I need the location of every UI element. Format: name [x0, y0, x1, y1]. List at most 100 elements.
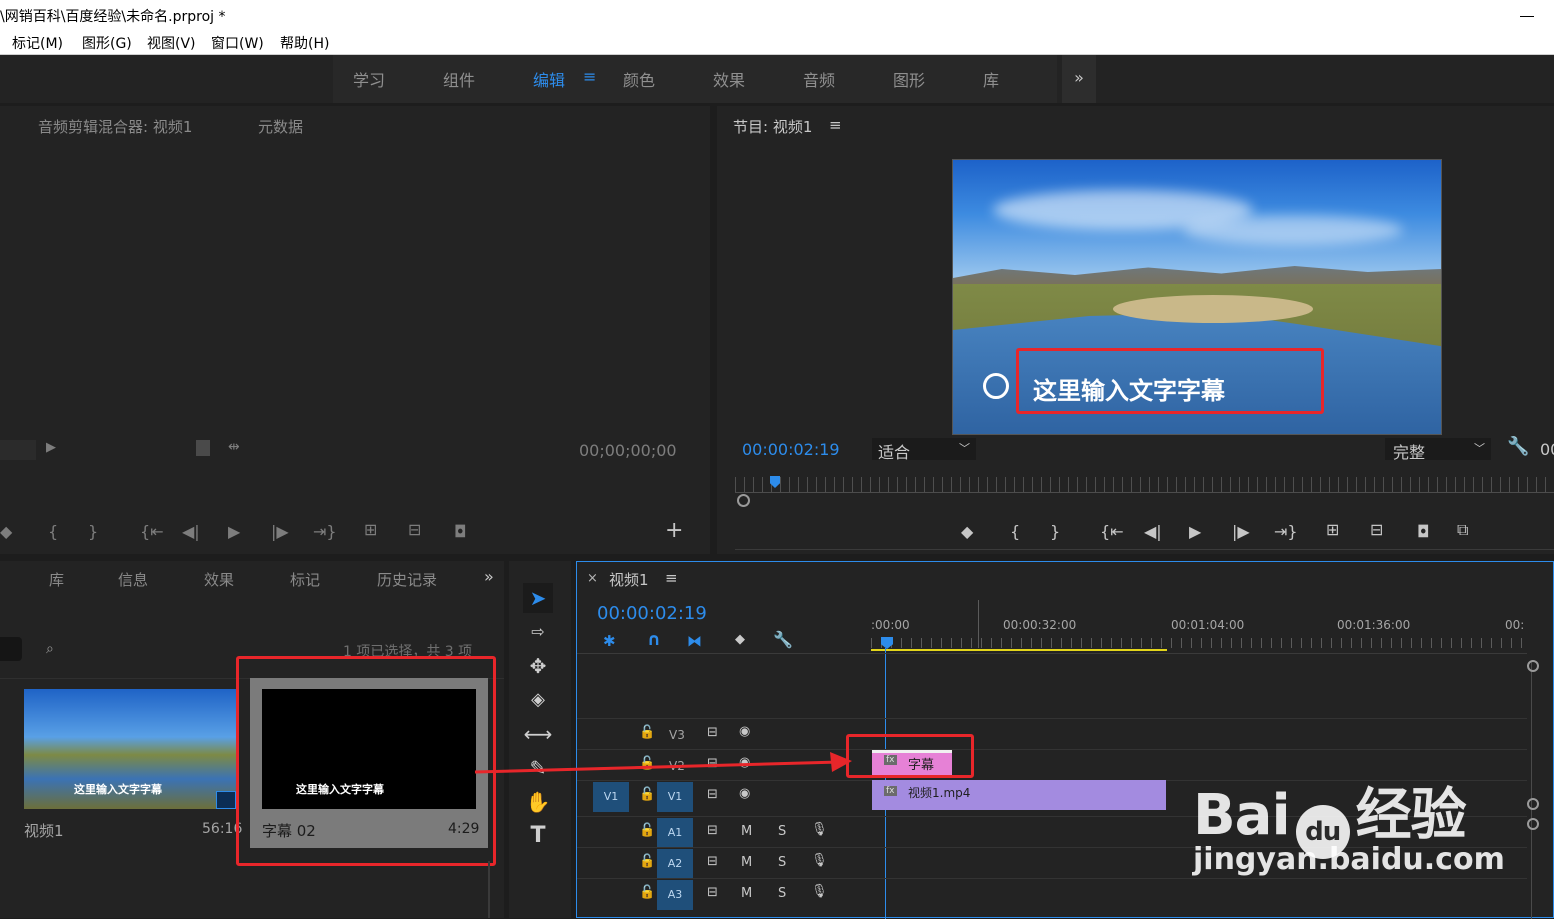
menu-markers[interactable]: 标记(M) [12, 33, 63, 53]
step-forward-icon[interactable]: |▶ [1232, 522, 1250, 541]
go-to-out-icon[interactable]: ⇥} [1274, 522, 1298, 541]
out-point-icon[interactable]: } [88, 522, 98, 541]
lock-icon[interactable]: 🔓 [639, 725, 655, 740]
program-timecode[interactable]: 00:00:02:19 [742, 440, 840, 459]
zoom-select[interactable]: 适合 ﹀ [872, 438, 976, 462]
microphone-icon[interactable]: 🎙 [811, 822, 828, 837]
program-menu-icon[interactable]: ≡ [829, 116, 842, 134]
marker-icon[interactable]: ◆ [0, 522, 12, 541]
insert-icon[interactable]: ⇹ [228, 439, 240, 455]
in-point-icon[interactable]: { [1010, 522, 1020, 541]
tab-effects[interactable]: 效果 [204, 569, 234, 590]
tab-graphics[interactable]: 图形 [893, 67, 925, 91]
go-to-in-icon[interactable]: {⇤ [140, 522, 164, 541]
step-forward-icon[interactable]: |▶ [271, 522, 289, 541]
go-to-in-icon[interactable]: {⇤ [1100, 522, 1124, 541]
hand-tool-icon[interactable]: ✋ [523, 787, 553, 817]
work-area-bar[interactable] [871, 649, 1167, 651]
menu-view[interactable]: 视图(V) [147, 33, 196, 53]
extract-icon[interactable]: ⊟ [1370, 520, 1383, 539]
project-item-video1-thumbnail[interactable]: 这里输入文字字幕 [24, 689, 236, 809]
solo-button[interactable]: S [778, 886, 786, 901]
track-select-tool-icon[interactable]: ⇨ [523, 617, 553, 647]
wrench-icon[interactable]: 🔧 [773, 630, 793, 649]
project-item-name[interactable]: 视频1 [24, 820, 64, 841]
tab-info[interactable]: 信息 [118, 569, 148, 590]
workspace-more-icon[interactable]: » [1062, 55, 1096, 103]
sync-lock-icon[interactable]: ⊟ [707, 854, 718, 869]
tab-editing[interactable]: 编辑 [533, 67, 565, 91]
snap-icon[interactable]: ∩ [647, 630, 661, 650]
wrench-icon[interactable]: 🔧 [1507, 436, 1529, 457]
add-marker-icon[interactable]: ◆ [735, 632, 745, 647]
timeline-title[interactable]: 视频1 [609, 569, 649, 590]
solo-button[interactable]: S [778, 824, 786, 839]
search-input[interactable] [0, 637, 22, 661]
timeline-menu-icon[interactable]: ≡ [665, 569, 678, 587]
tab-assembly[interactable]: 组件 [443, 67, 475, 91]
panel-more-icon[interactable]: » [484, 567, 494, 586]
sync-lock-icon[interactable]: ⊟ [707, 885, 718, 900]
play-small-icon[interactable]: ▶ [46, 440, 56, 455]
play-icon[interactable]: ▶ [1189, 522, 1201, 541]
tab-metadata[interactable]: 元数据 [258, 116, 303, 137]
vertical-scrollbar[interactable] [1531, 662, 1532, 919]
menu-help[interactable]: 帮助(H) [280, 33, 329, 53]
step-back-icon[interactable]: ◀| [1144, 522, 1162, 541]
scrollbar[interactable] [488, 861, 490, 918]
lock-icon[interactable]: 🔓 [639, 885, 655, 900]
lock-icon[interactable]: 🔓 [639, 854, 655, 869]
tab-history[interactable]: 历史记录 [377, 569, 437, 590]
track-target-a2[interactable]: A2 [657, 849, 693, 879]
microphone-icon[interactable]: 🎙 [811, 853, 828, 868]
workspace-menu-icon[interactable]: ≡ [583, 67, 596, 86]
tab-effects[interactable]: 效果 [713, 67, 745, 91]
compare-view-icon[interactable]: ⧉ [1457, 520, 1468, 540]
program-ruler[interactable] [735, 477, 1554, 493]
tab-libraries[interactable]: 库 [983, 67, 999, 91]
sync-lock-icon[interactable]: ⊟ [707, 725, 718, 740]
track-target-a1[interactable]: A1 [657, 818, 693, 848]
ripple-edit-tool-icon[interactable]: ✥ [523, 651, 553, 681]
tab-audio-clip-mixer[interactable]: 音频剪辑混合器: 视频1 [38, 116, 192, 137]
selection-tool-icon[interactable]: ➤ [523, 583, 553, 613]
menu-graphics[interactable]: 图形(G) [82, 33, 132, 53]
quality-select[interactable]: 完整 ﹀ [1385, 438, 1491, 462]
lock-icon[interactable]: 🔓 [639, 823, 655, 838]
track-target-a3[interactable]: A3 [657, 880, 693, 910]
tab-libraries[interactable]: 库 [49, 569, 64, 590]
go-to-out-icon[interactable]: ⇥} [313, 522, 337, 541]
minimize-button[interactable] [1520, 2, 1534, 17]
scroll-handle-icon[interactable] [1527, 818, 1539, 830]
in-point-icon[interactable]: { [48, 522, 58, 541]
microphone-icon[interactable]: 🎙 [811, 884, 828, 899]
type-tool-icon[interactable]: T [523, 821, 553, 851]
solo-button[interactable]: S [778, 855, 786, 870]
add-button[interactable]: + [665, 518, 683, 543]
tab-audio[interactable]: 音频 [803, 67, 835, 91]
insert-clip-icon[interactable]: ⊞ [364, 520, 377, 539]
menu-window[interactable]: 窗口(W) [211, 33, 264, 53]
scroll-handle-icon[interactable] [1527, 660, 1539, 672]
play-icon[interactable]: ▶ [228, 522, 240, 541]
source-dropdown[interactable] [0, 440, 36, 460]
zoom-handle-icon[interactable] [737, 494, 750, 507]
tab-color[interactable]: 颜色 [623, 67, 655, 91]
timeline-timecode[interactable]: 00:00:02:19 [597, 603, 707, 624]
mute-button[interactable]: M [741, 886, 752, 901]
tab-learn[interactable]: 学习 [353, 67, 385, 91]
scroll-handle-icon[interactable] [1527, 798, 1539, 810]
mute-button[interactable]: M [741, 824, 752, 839]
camera-icon[interactable]: ◘ [1417, 522, 1430, 541]
program-title[interactable]: 节目: 视频1 [733, 116, 812, 137]
overwrite-clip-icon[interactable]: ⊟ [408, 520, 421, 539]
lift-icon[interactable]: ⊞ [1326, 520, 1339, 539]
eye-icon[interactable]: ◉ [739, 724, 750, 739]
timeline-clip-video[interactable]: fx 视频1.mp4 [872, 780, 1166, 810]
marker-icon[interactable]: ◆ [961, 522, 973, 541]
out-point-icon[interactable]: } [1050, 522, 1060, 541]
mute-button[interactable]: M [741, 855, 752, 870]
step-back-icon[interactable]: ◀| [182, 522, 200, 541]
time-ruler[interactable]: :00:00 00:00:32:00 00:01:04:00 00:01:36:… [871, 598, 1531, 651]
export-frame-icon[interactable] [196, 440, 210, 456]
